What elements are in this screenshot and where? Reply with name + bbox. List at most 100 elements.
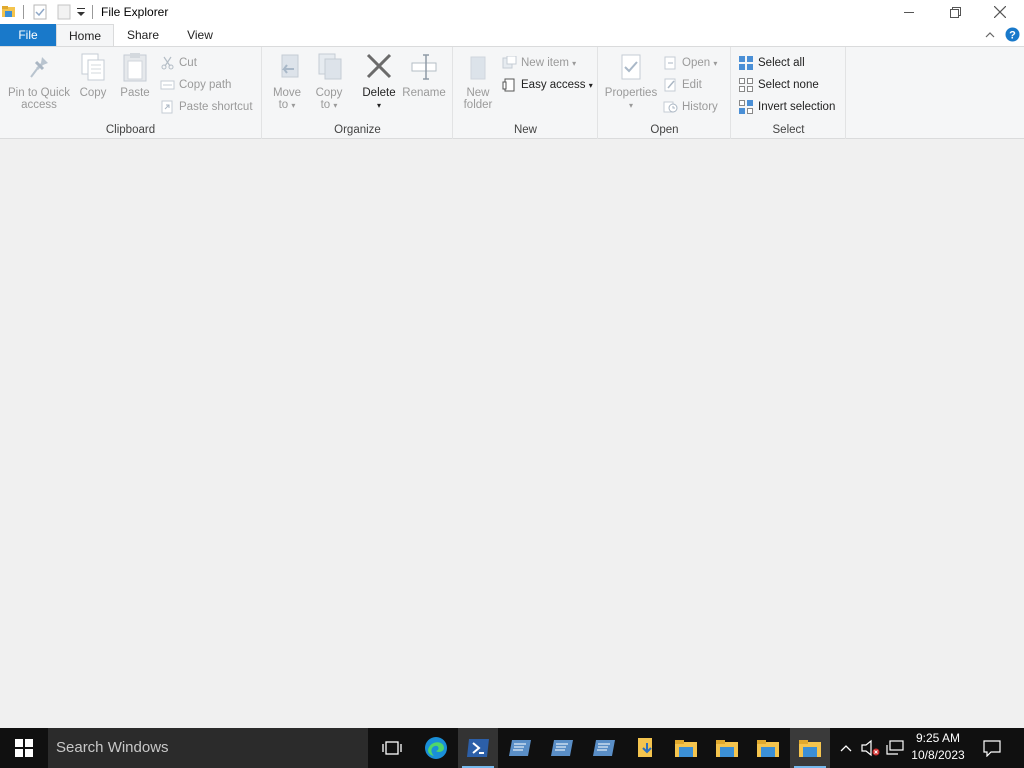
task-view-button[interactable]: [372, 728, 412, 768]
group-label-open: Open: [650, 124, 679, 136]
show-hidden-icons-button[interactable]: [836, 728, 856, 768]
taskbar-folder-2[interactable]: [707, 728, 747, 768]
taskbar-downloads[interactable]: [626, 728, 666, 768]
move-to-icon: [281, 54, 299, 78]
chevron-up-icon: [840, 745, 852, 752]
downloads-folder-icon: [638, 738, 652, 757]
open-group: Properties ▾ Open ▾ Edit History Open: [599, 47, 731, 139]
content-area[interactable]: [0, 139, 1024, 728]
folder-icon: [757, 740, 779, 757]
search-input[interactable]: Search Windows: [48, 728, 368, 768]
open-button[interactable]: Open ▾: [663, 53, 717, 73]
paste-icon: [123, 53, 147, 82]
select-none-button[interactable]: Select none: [738, 75, 819, 95]
minimize-icon: [904, 12, 914, 13]
move-to-button[interactable]: Move to ▾: [269, 51, 305, 112]
copy-to-icon: [318, 53, 342, 80]
notification-icon: [983, 740, 1001, 757]
folder-icon: [675, 740, 697, 757]
tab-share[interactable]: Share: [116, 24, 170, 46]
start-button[interactable]: [0, 728, 48, 768]
taskbar-edge[interactable]: [416, 728, 456, 768]
title-bar: File Explorer: [0, 0, 1024, 24]
clock-time: 9:25 AM: [915, 731, 961, 745]
copy-path-button[interactable]: Copy path: [160, 75, 231, 95]
chevron-down-icon[interactable]: [76, 6, 86, 22]
close-icon: [994, 6, 1006, 18]
chevron-down-icon: ▾: [713, 58, 718, 68]
divider: [23, 5, 24, 19]
help-icon[interactable]: ?: [1005, 27, 1020, 45]
properties-quick-icon[interactable]: [33, 4, 47, 20]
clipboard-group: Pin to Quick access Copy Paste Cut Copy …: [0, 47, 262, 139]
tab-file[interactable]: File: [0, 24, 56, 46]
app-window-icon: [551, 740, 573, 756]
minimize-button[interactable]: [886, 0, 932, 24]
copy-icon: [81, 53, 105, 81]
organize-group: Move to ▾ Copy to ▾ Delete ▾ Rename Orga…: [263, 47, 453, 139]
app-window-icon: [509, 740, 531, 756]
delete-button[interactable]: Delete ▾: [359, 51, 399, 112]
copy-button[interactable]: Copy: [76, 51, 110, 99]
history-button[interactable]: History: [663, 97, 718, 117]
delete-x-icon: [366, 53, 392, 79]
taskbar-app-1[interactable]: [500, 728, 540, 768]
properties-icon: [621, 54, 641, 80]
taskbar-app-2[interactable]: [542, 728, 582, 768]
rename-icon: [411, 54, 437, 80]
tab-home[interactable]: Home: [56, 24, 114, 47]
collapse-ribbon-icon[interactable]: [985, 29, 995, 43]
select-all-icon: [739, 56, 753, 70]
ribbon-tabs: File Home Share View ?: [0, 24, 1024, 47]
tab-view[interactable]: View: [172, 24, 228, 46]
folder-icon[interactable]: [2, 4, 16, 20]
close-button[interactable]: [977, 0, 1023, 24]
group-label-new: New: [513, 124, 537, 136]
rename-button[interactable]: Rename: [401, 51, 447, 99]
restore-button[interactable]: [932, 0, 978, 24]
edge-browser-icon: [425, 737, 447, 759]
select-all-button[interactable]: Select all: [738, 53, 805, 73]
edit-button[interactable]: Edit: [663, 75, 702, 95]
new-folder-button[interactable]: New folder: [458, 51, 498, 111]
scissors-icon: [161, 56, 174, 70]
network-icon: [886, 740, 904, 755]
cut-button[interactable]: Cut: [160, 53, 197, 73]
new-folder-quick-icon[interactable]: [57, 4, 71, 20]
ribbon: Pin to Quick access Copy Paste Cut Copy …: [0, 46, 1024, 139]
invert-selection-icon: [739, 100, 753, 114]
copy-path-icon: [160, 80, 175, 90]
chevron-down-icon: ▾: [588, 80, 593, 90]
taskbar-file-explorer[interactable]: [790, 728, 830, 768]
paste-shortcut-button[interactable]: Paste shortcut: [160, 97, 253, 117]
volume-button[interactable]: [858, 728, 882, 768]
restore-icon: [949, 6, 961, 18]
taskbar-powershell[interactable]: [458, 728, 498, 768]
easy-access-button[interactable]: Easy access ▾: [502, 75, 593, 95]
easy-access-icon: [502, 78, 515, 92]
pin-icon: [30, 57, 48, 78]
properties-button[interactable]: Properties ▾: [603, 51, 659, 112]
system-clock[interactable]: 9:25 AM 10/8/2023: [903, 730, 973, 764]
chevron-down-icon: ▾: [376, 101, 381, 110]
volume-muted-icon: [861, 739, 880, 757]
pin-to-quick-access-button[interactable]: Pin to Quick access: [4, 51, 74, 111]
invert-selection-button[interactable]: Invert selection: [738, 97, 835, 117]
chevron-down-icon: ▾: [333, 101, 338, 110]
copy-to-button[interactable]: Copy to ▾: [311, 51, 347, 112]
divider: [92, 5, 93, 19]
taskbar-app-3[interactable]: [584, 728, 624, 768]
windows-logo-icon: [15, 739, 33, 757]
select-none-icon: [739, 78, 753, 92]
new-folder-icon: [470, 56, 486, 80]
paste-button[interactable]: Paste: [118, 51, 152, 99]
new-group: New folder New item ▾ Easy access ▾ New: [454, 47, 598, 139]
chevron-down-icon: ▾: [628, 101, 633, 110]
chevron-down-icon: ▾: [291, 101, 296, 110]
edit-icon: [664, 78, 676, 92]
new-item-button[interactable]: New item ▾: [502, 53, 576, 73]
chevron-down-icon: ▾: [572, 58, 577, 68]
taskbar-folder-1[interactable]: [666, 728, 706, 768]
action-center-button[interactable]: [980, 728, 1004, 768]
taskbar-folder-3[interactable]: [748, 728, 788, 768]
